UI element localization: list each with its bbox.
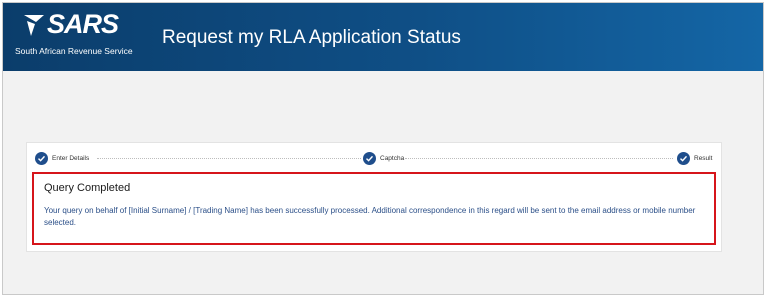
step-enter-details: Enter Details <box>35 151 89 165</box>
step-label: Captcha <box>380 154 405 162</box>
page-header: SARS South African Revenue Service Reque… <box>3 3 763 71</box>
result-message-box: Query Completed Your query on behalf of … <box>32 172 716 245</box>
app-frame: SARS South African Revenue Service Reque… <box>2 2 764 295</box>
check-circle-icon <box>35 151 48 165</box>
organization-name: South African Revenue Service <box>15 46 133 56</box>
progress-stepper: Enter Details Captcha Result <box>27 143 721 173</box>
step-label: Result <box>694 154 713 162</box>
result-title: Query Completed <box>44 182 131 194</box>
status-panel: Enter Details Captcha Result Query Compl… <box>26 142 722 252</box>
logo-text: SARS <box>47 9 119 39</box>
step-connector <box>405 158 673 159</box>
check-circle-icon <box>677 151 690 165</box>
step-connector <box>97 158 361 159</box>
step-captcha: Captcha <box>363 151 404 165</box>
page-title: Request my RLA Application Status <box>162 27 461 48</box>
result-message: Your query on behalf of [Initial Surname… <box>44 206 696 227</box>
check-circle-icon <box>363 151 376 165</box>
step-result: Result <box>677 151 712 165</box>
sars-logo-icon <box>24 15 44 36</box>
step-label: Enter Details <box>52 154 90 162</box>
